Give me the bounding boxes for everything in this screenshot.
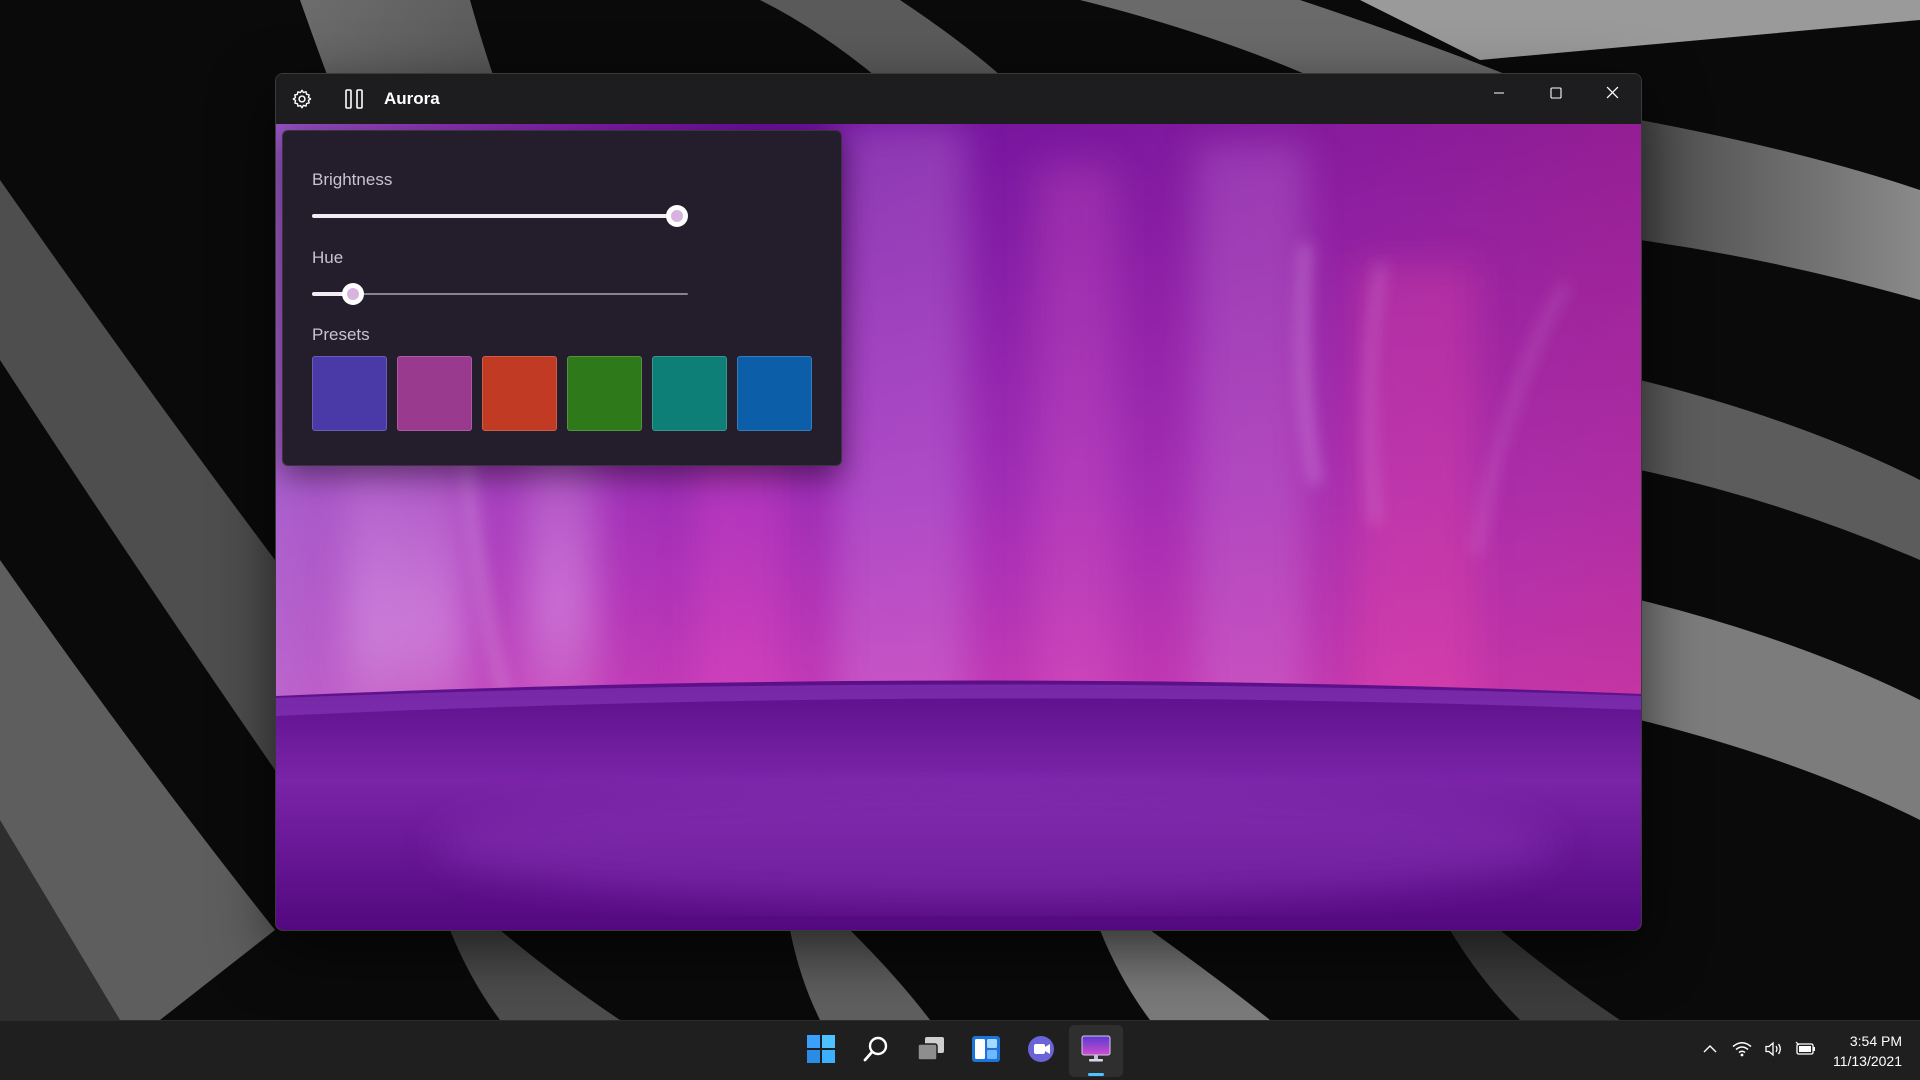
system-tray: 3:54 PM 11/13/2021 bbox=[1694, 1021, 1920, 1080]
slider-track bbox=[312, 293, 688, 295]
settings-button[interactable] bbox=[276, 74, 328, 124]
network-button[interactable] bbox=[1726, 1031, 1758, 1071]
pause-button[interactable] bbox=[328, 74, 380, 124]
maximize-icon bbox=[1549, 86, 1562, 104]
presets-label: Presets bbox=[312, 325, 370, 344]
brightness-label: Brightness bbox=[312, 170, 393, 189]
aurora-taskbar-button[interactable] bbox=[1069, 1025, 1123, 1077]
pause-icon bbox=[343, 88, 365, 110]
battery-icon bbox=[1795, 1041, 1817, 1062]
aurora-app-icon bbox=[1080, 1034, 1112, 1069]
gear-icon bbox=[291, 88, 313, 110]
windows-start-icon bbox=[806, 1034, 836, 1069]
widgets-icon bbox=[971, 1035, 1001, 1068]
start-button[interactable] bbox=[794, 1025, 848, 1077]
preset-swatch-magenta[interactable] bbox=[397, 356, 472, 431]
preset-swatches bbox=[312, 356, 812, 431]
minimize-icon bbox=[1493, 86, 1505, 104]
window-title: Aurora bbox=[384, 89, 440, 108]
preset-swatch-green[interactable] bbox=[567, 356, 642, 431]
search-button[interactable] bbox=[849, 1025, 903, 1077]
minimize-button[interactable] bbox=[1470, 74, 1527, 116]
slider-thumb[interactable] bbox=[342, 283, 365, 305]
teams-chat-icon bbox=[1026, 1034, 1056, 1069]
slider-thumb[interactable] bbox=[665, 205, 688, 227]
task-view-icon bbox=[916, 1035, 946, 1068]
wifi-icon bbox=[1732, 1041, 1752, 1062]
clock-time: 3:54 PM bbox=[1849, 1033, 1902, 1049]
title-bar: Aurora bbox=[276, 74, 1641, 124]
preset-swatch-indigo[interactable] bbox=[312, 356, 387, 431]
hue-label: Hue bbox=[312, 248, 344, 267]
chat-button[interactable] bbox=[1014, 1025, 1068, 1077]
aurora-canvas[interactable]: Brightness Hue Presets bbox=[276, 124, 1641, 930]
search-icon bbox=[862, 1035, 890, 1068]
preset-swatch-blue[interactable] bbox=[737, 356, 812, 431]
chevron-up-icon bbox=[1702, 1041, 1718, 1062]
hue-slider[interactable] bbox=[312, 282, 688, 306]
taskbar: 3:54 PM 11/13/2021 bbox=[0, 1020, 1920, 1080]
preset-swatch-teal[interactable] bbox=[652, 356, 727, 431]
brightness-slider[interactable] bbox=[312, 204, 688, 228]
caption-buttons bbox=[1470, 74, 1641, 116]
task-view-button[interactable] bbox=[904, 1025, 958, 1077]
show-hidden-icons-button[interactable] bbox=[1694, 1031, 1726, 1071]
settings-flyout: Brightness Hue Presets bbox=[282, 130, 842, 466]
close-icon bbox=[1606, 86, 1619, 104]
volume-icon bbox=[1764, 1041, 1784, 1062]
taskbar-apps bbox=[794, 1025, 1123, 1077]
clock[interactable]: 3:54 PM 11/13/2021 bbox=[1822, 1031, 1920, 1071]
battery-button[interactable] bbox=[1790, 1031, 1822, 1071]
maximize-button[interactable] bbox=[1527, 74, 1584, 116]
aurora-window: Aurora Brightness Hue Presets bbox=[275, 73, 1642, 931]
volume-button[interactable] bbox=[1758, 1031, 1790, 1071]
preset-swatch-red[interactable] bbox=[482, 356, 557, 431]
slider-fill bbox=[312, 214, 677, 218]
close-button[interactable] bbox=[1584, 74, 1641, 116]
widgets-button[interactable] bbox=[959, 1025, 1013, 1077]
clock-date: 11/13/2021 bbox=[1832, 1053, 1902, 1069]
